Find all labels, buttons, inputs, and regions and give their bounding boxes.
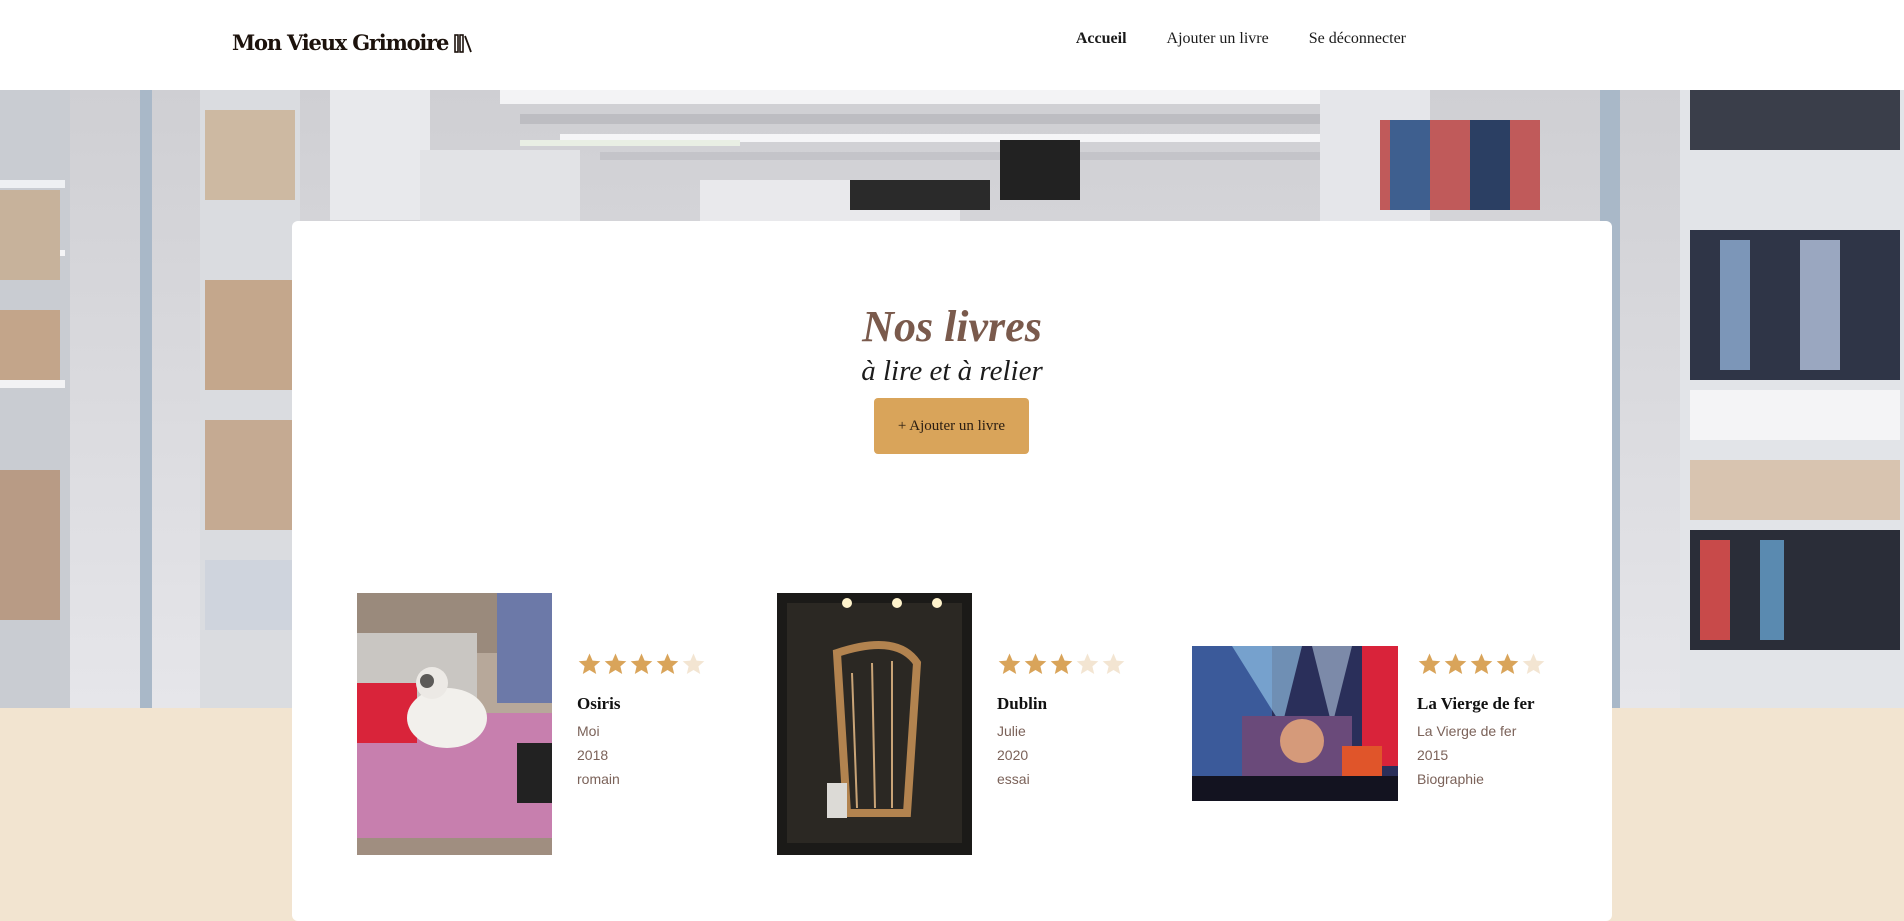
book-genre: romain [577,771,620,787]
book-author: Julie [997,723,1026,739]
book-title: Dublin [997,694,1048,713]
star-empty-icon [1102,653,1125,674]
rating-stars [997,652,1126,676]
page-title: Nos livres [862,302,1042,351]
nav-ajouter-livre[interactable]: Ajouter un livre [1167,30,1269,48]
book-author: La Vierge de fer [1417,723,1517,739]
star-empty-icon [682,653,705,674]
book-author: Moi [577,723,600,739]
book-card[interactable]: Osiris Moi 2018 romain [357,593,705,855]
nav-accueil[interactable]: Accueil [1076,30,1127,48]
logo-text: Mon Vieux Grimoire [232,30,449,55]
star-filled-icon [578,653,601,674]
book-year: 2020 [997,747,1029,763]
book-cover-image [777,593,972,855]
main-nav: Accueil Ajouter un livre Se déconnecter [1076,30,1406,48]
books-panel: Nos livres à lire et à relier + Ajouter … [292,221,1612,921]
star-filled-icon [604,653,627,674]
star-empty-icon [1522,653,1545,674]
star-filled-icon [1050,653,1073,674]
star-empty-icon [1076,653,1099,674]
book-year: 2015 [1417,747,1449,763]
star-filled-icon [630,653,653,674]
book-card[interactable]: Dublin Julie 2020 essai [777,593,1125,855]
book-genre: essai [997,771,1030,787]
star-filled-icon [1470,653,1493,674]
book-genre: Biographie [1417,771,1484,787]
rating-stars [1417,652,1546,676]
rating-stars [577,652,706,676]
page-subtitle: à lire et à relier [861,355,1043,387]
book-card[interactable]: La Vierge de fer La Vierge de fer 2015 B… [1192,593,1562,855]
star-filled-icon [1496,653,1519,674]
book-year: 2018 [577,747,609,763]
book-cover-image [1192,646,1398,801]
site-header: Mon Vieux Grimoire Accueil Ajouter un li… [0,0,1904,90]
star-filled-icon [1418,653,1441,674]
star-filled-icon [998,653,1021,674]
nav-se-deconnecter[interactable]: Se déconnecter [1309,30,1406,48]
logo[interactable]: Mon Vieux Grimoire [232,30,473,55]
add-book-button[interactable]: + Ajouter un livre [874,398,1029,454]
book-meta: Julie 2020 essai [997,719,1030,791]
star-filled-icon [1024,653,1047,674]
books-icon [454,33,473,53]
book-meta: Moi 2018 romain [577,719,620,791]
book-title: La Vierge de fer [1417,694,1535,713]
star-filled-icon [1444,653,1467,674]
book-title: Osiris [577,694,621,713]
book-cover-image [357,593,552,855]
book-meta: La Vierge de fer 2015 Biographie [1417,719,1516,791]
star-filled-icon [656,653,679,674]
